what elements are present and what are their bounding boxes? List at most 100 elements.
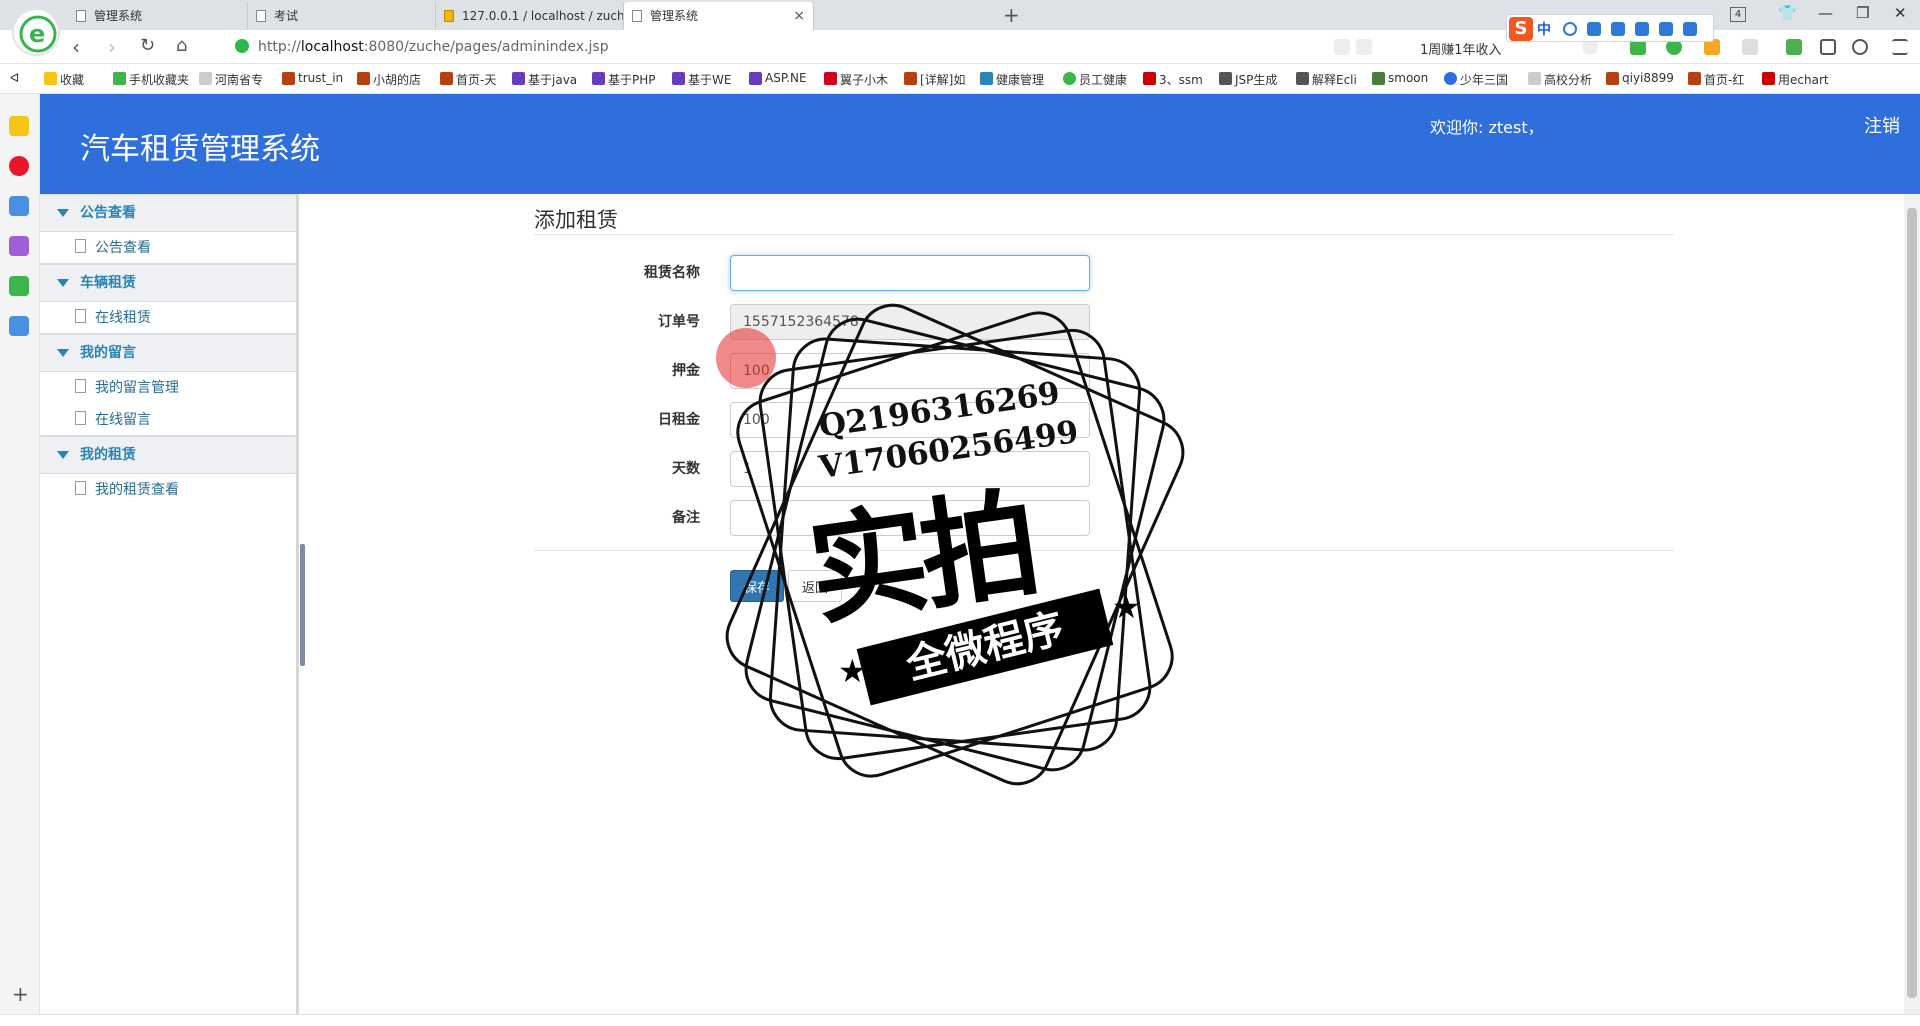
bookmark-item[interactable]: 首页-红 <box>1688 71 1744 88</box>
notes-icon[interactable] <box>9 316 29 336</box>
grid-icon[interactable] <box>1683 22 1697 36</box>
bookmark-item[interactable]: ASP.NE <box>749 71 807 85</box>
url-input[interactable]: http://localhost:8080/zuche/pages/admini… <box>258 39 609 55</box>
bookmark-item[interactable]: 高校分析 <box>1528 71 1592 88</box>
mail-icon[interactable] <box>9 196 29 216</box>
bookmark-item[interactable]: smoon <box>1372 71 1428 85</box>
browser-side-strip: + <box>0 94 40 1014</box>
site-icon <box>1444 72 1457 85</box>
user-icon[interactable] <box>1635 22 1649 36</box>
site-header: 汽车租赁管理系统 欢迎你: ztest， 注销 <box>40 94 1920 194</box>
skin-icon[interactable]: 👕 <box>1778 4 1797 22</box>
bookmark-item[interactable]: 健康管理 <box>980 71 1044 88</box>
click-indicator <box>716 328 776 388</box>
home-icon[interactable]: ⌂ <box>176 35 187 56</box>
save-button[interactable]: 保存 <box>730 570 784 602</box>
ime-mode[interactable]: 中 <box>1537 19 1551 39</box>
bookmark-item[interactable]: 3、ssm <box>1143 71 1203 88</box>
menu-icon[interactable] <box>1892 39 1908 55</box>
restore-icon[interactable]: ❐ <box>1856 4 1869 22</box>
close-tab-icon[interactable]: × <box>793 2 805 30</box>
scrollbar-thumb[interactable] <box>1907 208 1917 998</box>
bookmark-item[interactable]: [详解]如 <box>904 71 965 88</box>
close-window-icon[interactable]: ✕ <box>1894 4 1907 22</box>
forward-icon[interactable]: › <box>108 35 116 59</box>
bookmark-item[interactable]: 员工健康 <box>1063 71 1127 88</box>
bookmark-item[interactable]: 手机收藏夹 <box>113 71 189 88</box>
back-icon[interactable]: ‹ <box>72 35 80 59</box>
site-title: 汽车租赁管理系统 <box>80 132 320 167</box>
document-icon <box>632 10 642 22</box>
tab-count-badge[interactable]: 4 <box>1730 7 1746 22</box>
caret-down-icon <box>57 349 69 357</box>
keyboard-icon[interactable] <box>1611 22 1625 36</box>
bookmark-item[interactable]: qiyi8899 <box>1606 71 1674 85</box>
microphone-icon[interactable] <box>1587 22 1601 36</box>
promo-text[interactable]: 1周赚1年收入 <box>1420 39 1502 58</box>
sidebar-group-rental[interactable]: 车辆租赁 <box>40 264 296 302</box>
site-icon <box>1296 72 1309 85</box>
browser-tab[interactable]: 管理系统 <box>68 2 248 30</box>
sidebar-item-notice-view[interactable]: 公告查看 <box>40 232 296 264</box>
weibo-icon[interactable] <box>9 156 29 176</box>
add-sidebar-app-icon[interactable]: + <box>12 982 29 1006</box>
bookmark-item[interactable]: 收藏 <box>44 71 84 88</box>
rental-name-input[interactable] <box>730 255 1090 291</box>
emoji-icon[interactable] <box>1563 22 1577 36</box>
browser-logo-icon[interactable]: e <box>12 8 60 56</box>
bookmark-item[interactable]: 小胡的店 <box>357 71 421 88</box>
sidebar-group-messages[interactable]: 我的留言 <box>40 334 296 372</box>
sidebar-item-online-message[interactable]: 在线留言 <box>40 404 296 436</box>
page-scrollbar[interactable] <box>1904 194 1920 1014</box>
minimize-icon[interactable]: — <box>1818 4 1833 22</box>
back-button[interactable]: 返回 <box>788 570 842 602</box>
reload-icon[interactable]: ↻ <box>140 35 155 56</box>
tab-title: 管理系统 <box>650 9 699 23</box>
days-input[interactable] <box>730 451 1090 487</box>
bookmark-item[interactable]: 基于WE <box>672 71 731 88</box>
sidebar-item-my-messages[interactable]: 我的留言管理 <box>40 372 296 404</box>
ime-toolbar[interactable]: S 中 <box>1506 14 1714 42</box>
phone-icon <box>113 72 126 85</box>
order-number-input[interactable] <box>730 304 1090 340</box>
bookmark-item[interactable]: 基于PHP <box>592 71 656 88</box>
apps-icon[interactable] <box>1786 39 1802 55</box>
favorites-star-icon[interactable] <box>9 116 29 136</box>
remark-input[interactable] <box>730 500 1090 536</box>
sidebar-group-my-rental[interactable]: 我的租赁 <box>40 436 296 474</box>
bookmark-item[interactable]: 翼子小木 <box>824 71 888 88</box>
sidebar-item-online-rental[interactable]: 在线租赁 <box>40 302 296 334</box>
bookmark-item[interactable]: JSP生成 <box>1219 71 1277 88</box>
bookmark-item[interactable]: 用echart <box>1762 71 1829 88</box>
daily-rent-input[interactable] <box>730 402 1090 438</box>
deposit-input[interactable] <box>730 353 1090 389</box>
bookmark-item[interactable]: trust_in <box>282 71 343 85</box>
browser-tab-active[interactable]: 管理系统 × <box>624 2 814 30</box>
bookmark-item[interactable]: 少年三国 <box>1444 71 1508 88</box>
qr-code-icon[interactable] <box>1334 39 1350 55</box>
undo-icon[interactable] <box>1852 39 1868 55</box>
comic-icon[interactable] <box>9 236 29 256</box>
site-icon <box>1219 72 1232 85</box>
lightning-icon[interactable] <box>1356 39 1372 55</box>
sidebar-group-notice[interactable]: 公告查看 <box>40 194 296 232</box>
logout-link[interactable]: 注销 <box>1864 112 1900 138</box>
browser-tab[interactable]: 考试 <box>248 2 436 30</box>
sidebar-item-my-rental-view[interactable]: 我的租赁查看 <box>40 474 296 506</box>
video-icon[interactable] <box>9 276 29 296</box>
new-tab-button[interactable]: + <box>1003 3 1020 27</box>
bookmark-item[interactable]: 首页-天 <box>440 71 496 88</box>
shirt-icon[interactable] <box>1659 22 1673 36</box>
sidebar-splitter-handle[interactable] <box>300 544 305 666</box>
daily-rent-label: 日租金 <box>658 412 700 428</box>
bookmark-item[interactable]: 基于java <box>512 71 577 88</box>
browser-tab[interactable]: 127.0.0.1 / localhost / zuche / <box>436 2 624 30</box>
bookmark-item[interactable]: 解释Ecli <box>1296 71 1357 88</box>
rental-name-label: 租赁名称 <box>644 265 700 281</box>
phone-icon[interactable] <box>1820 39 1836 55</box>
bookmark-item[interactable]: 河南省专 <box>199 71 263 88</box>
divider <box>534 234 1674 235</box>
phpmyadmin-icon <box>444 10 454 22</box>
bookmarks-toggle-icon[interactable]: ᐊ <box>10 71 19 85</box>
emoticon-icon[interactable] <box>1742 39 1758 55</box>
